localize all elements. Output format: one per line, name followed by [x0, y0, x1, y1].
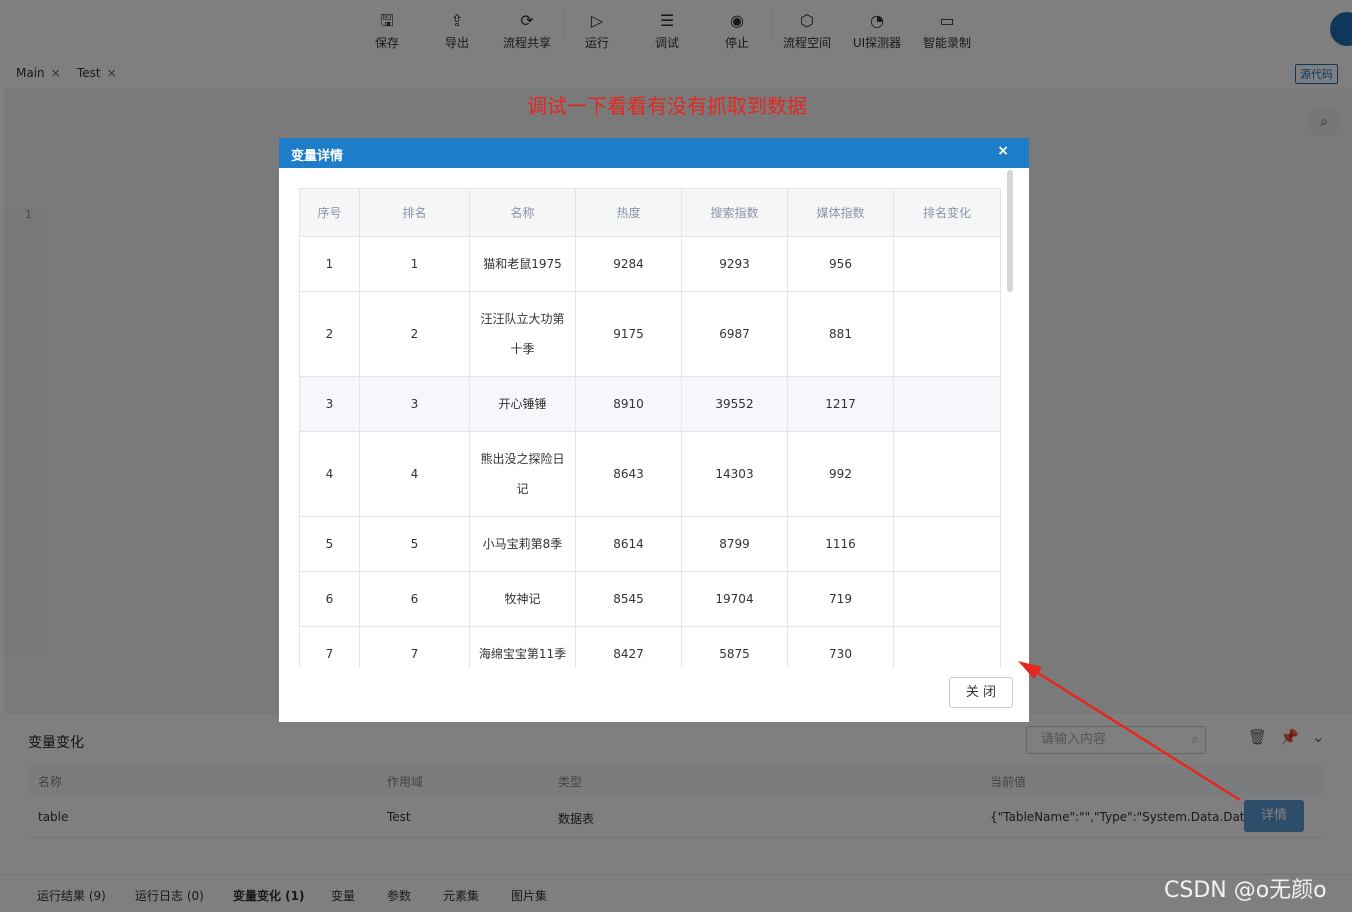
annotation-arrow — [1018, 661, 1241, 802]
watermark: CSDN @o无颜o — [1164, 878, 1327, 903]
